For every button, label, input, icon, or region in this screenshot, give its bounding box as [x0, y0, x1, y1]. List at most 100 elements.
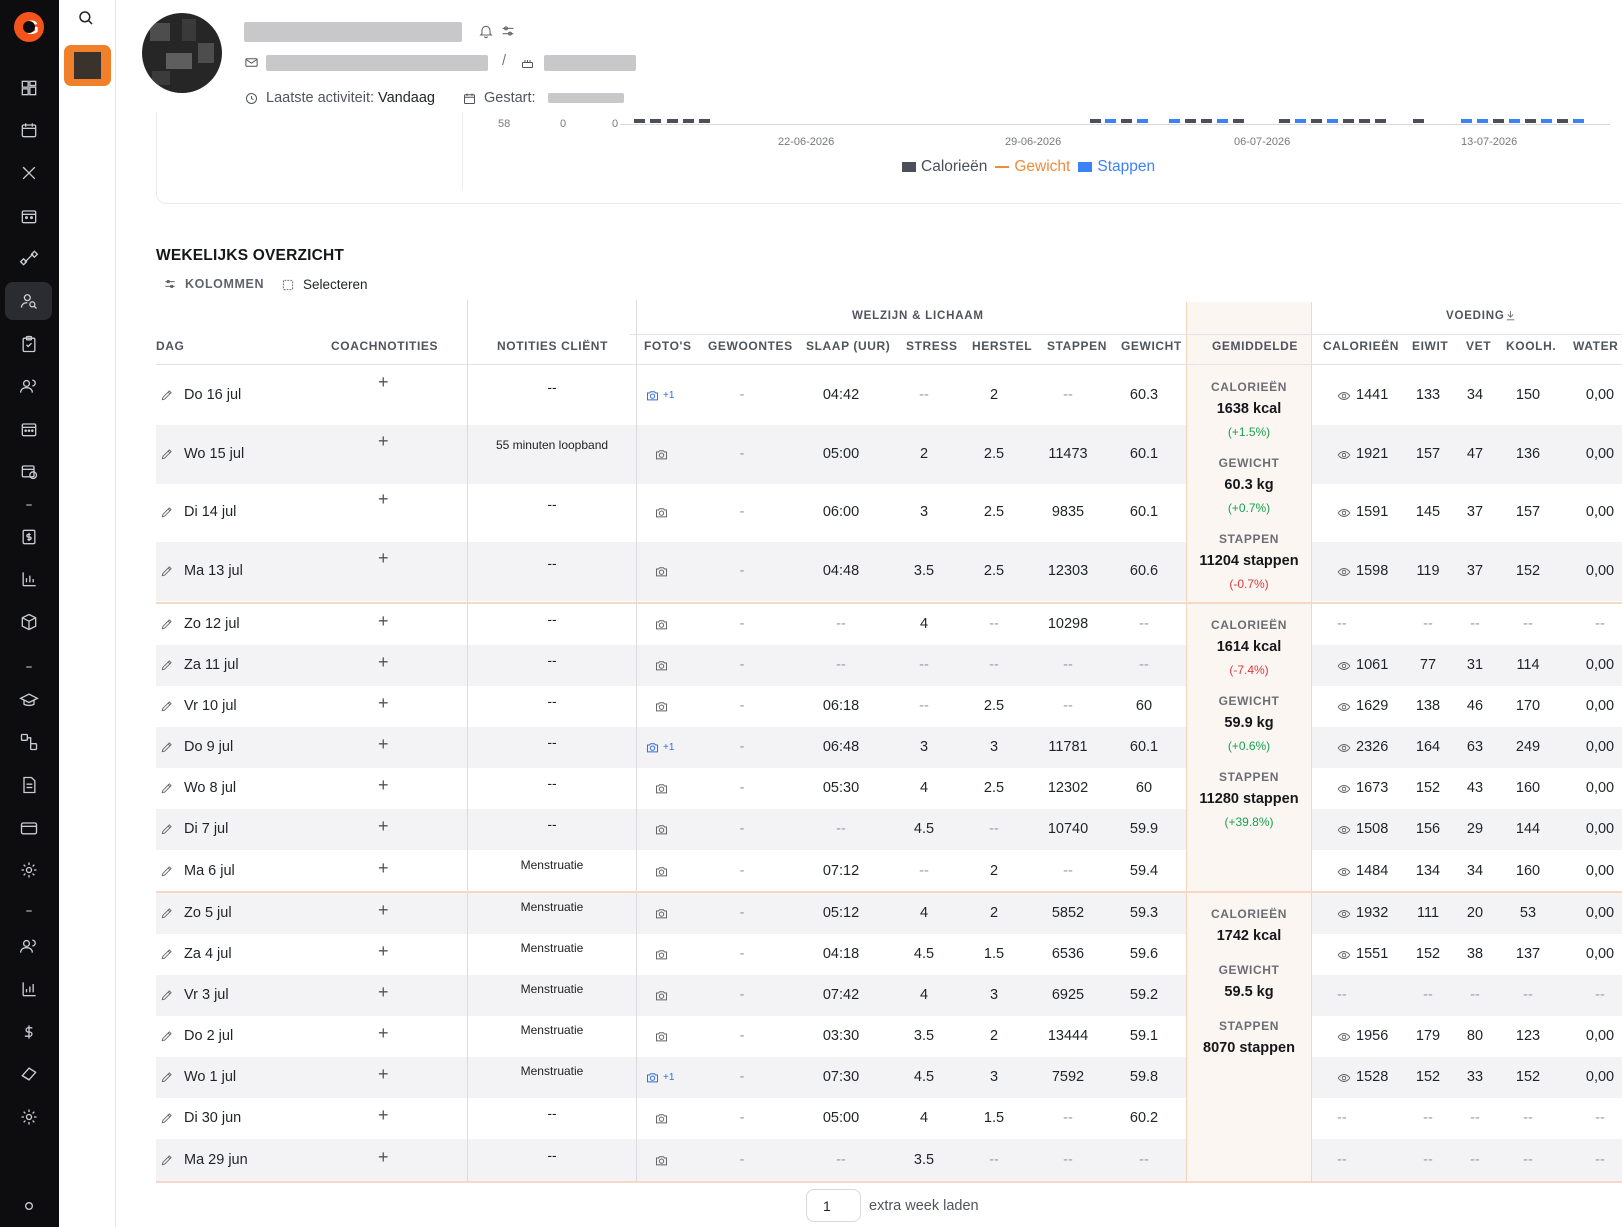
settings-gear-icon[interactable]	[16, 857, 42, 883]
photo-camera-icon[interactable]	[654, 617, 669, 632]
photo-camera-icon[interactable]	[654, 1111, 669, 1126]
photo-camera-icon[interactable]	[654, 822, 669, 837]
view-nutrition-icon[interactable]	[1337, 741, 1351, 755]
add-coach-note-icon[interactable]: +	[378, 982, 389, 1003]
add-coach-note-icon[interactable]: +	[378, 1023, 389, 1044]
download-icon[interactable]	[1504, 309, 1517, 322]
add-coach-note-icon[interactable]: +	[378, 816, 389, 837]
add-coach-note-icon[interactable]: +	[378, 548, 389, 569]
view-nutrition-icon[interactable]	[1337, 448, 1351, 462]
edit-day-icon[interactable]	[160, 1029, 174, 1043]
view-nutrition-icon[interactable]	[1337, 823, 1351, 837]
edit-day-icon[interactable]	[160, 658, 174, 672]
analytics-icon[interactable]	[16, 976, 42, 1002]
photo-camera-icon[interactable]	[654, 658, 669, 673]
edit-day-icon[interactable]	[160, 699, 174, 713]
add-coach-note-icon[interactable]: +	[378, 489, 389, 510]
add-coach-note-icon[interactable]: +	[378, 652, 389, 673]
edit-day-icon[interactable]	[160, 1070, 174, 1084]
photo-camera-icon[interactable]	[654, 781, 669, 796]
dollar-icon[interactable]	[16, 1019, 42, 1045]
user-circle-icon[interactable]	[16, 1193, 42, 1219]
brand-logo[interactable]: G	[14, 12, 44, 42]
bell-icon[interactable]	[478, 23, 494, 39]
view-nutrition-icon[interactable]	[1337, 659, 1351, 673]
add-coach-note-icon[interactable]: +	[378, 1147, 389, 1168]
edit-day-icon[interactable]	[160, 864, 174, 878]
graduation-cap-icon[interactable]	[16, 687, 42, 713]
view-nutrition-icon[interactable]	[1337, 865, 1351, 879]
edit-day-icon[interactable]	[160, 1153, 174, 1167]
bar-chart-icon[interactable]	[16, 566, 42, 592]
photo-camera-icon[interactable]	[654, 864, 669, 879]
calendar-clock-icon[interactable]	[16, 458, 42, 484]
photo-camera-icon[interactable]	[654, 699, 669, 714]
workflow-icon[interactable]	[16, 729, 42, 755]
dollar-document-icon[interactable]	[16, 524, 42, 550]
clipboard-check-icon[interactable]	[16, 331, 42, 357]
add-coach-note-icon[interactable]: +	[378, 858, 389, 879]
edit-day-icon[interactable]	[160, 947, 174, 961]
photo-camera-icon[interactable]	[654, 447, 669, 462]
legend-calories[interactable]: Calorieën	[902, 158, 987, 176]
add-coach-note-icon[interactable]: +	[378, 1105, 389, 1126]
view-nutrition-icon[interactable]	[1337, 782, 1351, 796]
edit-day-icon[interactable]	[160, 988, 174, 1002]
view-nutrition-icon[interactable]	[1337, 565, 1351, 579]
dashboard-icon[interactable]	[16, 75, 42, 101]
view-nutrition-icon[interactable]	[1337, 389, 1351, 403]
edit-day-icon[interactable]	[160, 617, 174, 631]
search-icon[interactable]	[77, 9, 99, 31]
add-coach-note-icon[interactable]: +	[378, 1064, 389, 1085]
edit-day-icon[interactable]	[160, 388, 174, 402]
add-coach-note-icon[interactable]: +	[378, 431, 389, 452]
document-icon[interactable]	[16, 772, 42, 798]
settings-sliders-icon[interactable]	[500, 23, 516, 39]
add-coach-note-icon[interactable]: +	[378, 734, 389, 755]
columns-button[interactable]: KOLOMMEN	[163, 277, 264, 291]
edit-day-icon[interactable]	[160, 822, 174, 836]
photo-camera-icon[interactable]	[654, 505, 669, 520]
edit-day-icon[interactable]	[160, 906, 174, 920]
brand-icon[interactable]	[16, 1061, 42, 1087]
view-nutrition-icon[interactable]	[1337, 1071, 1351, 1085]
select-button[interactable]: Selecteren	[281, 277, 368, 292]
edit-day-icon[interactable]	[160, 1111, 174, 1125]
legend-steps[interactable]: Stappen	[1078, 158, 1155, 176]
client-search-icon[interactable]	[5, 282, 52, 320]
edit-day-icon[interactable]	[160, 740, 174, 754]
package-icon[interactable]	[16, 609, 42, 635]
add-coach-note-icon[interactable]: +	[378, 775, 389, 796]
photo-camera-icon[interactable]	[654, 564, 669, 579]
view-nutrition-icon[interactable]	[1337, 506, 1351, 520]
photo-camera-icon[interactable]: +1	[645, 740, 674, 755]
view-nutrition-icon[interactable]	[1337, 700, 1351, 714]
edit-day-icon[interactable]	[160, 447, 174, 461]
add-coach-note-icon[interactable]: +	[378, 372, 389, 393]
dumbbell-icon[interactable]	[16, 245, 42, 271]
team-icon[interactable]	[16, 933, 42, 959]
add-coach-note-icon[interactable]: +	[378, 941, 389, 962]
photo-camera-icon[interactable]	[654, 1029, 669, 1044]
client-avatar-thumbnail[interactable]	[64, 45, 111, 86]
legend-weight[interactable]: Gewicht	[995, 158, 1070, 176]
edit-day-icon[interactable]	[160, 781, 174, 795]
utensils-icon[interactable]	[16, 160, 42, 186]
extra-weeks-input[interactable]: 1	[806, 1189, 861, 1222]
admin-settings-icon[interactable]	[16, 1104, 42, 1130]
add-coach-note-icon[interactable]: +	[378, 611, 389, 632]
schedule-icon[interactable]	[16, 203, 42, 229]
photo-camera-icon[interactable]	[654, 1153, 669, 1168]
view-nutrition-icon[interactable]	[1337, 948, 1351, 962]
calendar-icon[interactable]	[16, 117, 42, 143]
edit-day-icon[interactable]	[160, 564, 174, 578]
view-nutrition-icon[interactable]	[1337, 1030, 1351, 1044]
photo-camera-icon[interactable]	[654, 906, 669, 921]
edit-day-icon[interactable]	[160, 505, 174, 519]
photo-camera-icon[interactable]: +1	[645, 1070, 674, 1085]
calendar-grid-icon[interactable]	[16, 416, 42, 442]
photo-camera-icon[interactable]: +1	[645, 388, 674, 403]
users-icon[interactable]	[16, 373, 42, 399]
view-nutrition-icon[interactable]	[1337, 907, 1351, 921]
add-coach-note-icon[interactable]: +	[378, 900, 389, 921]
